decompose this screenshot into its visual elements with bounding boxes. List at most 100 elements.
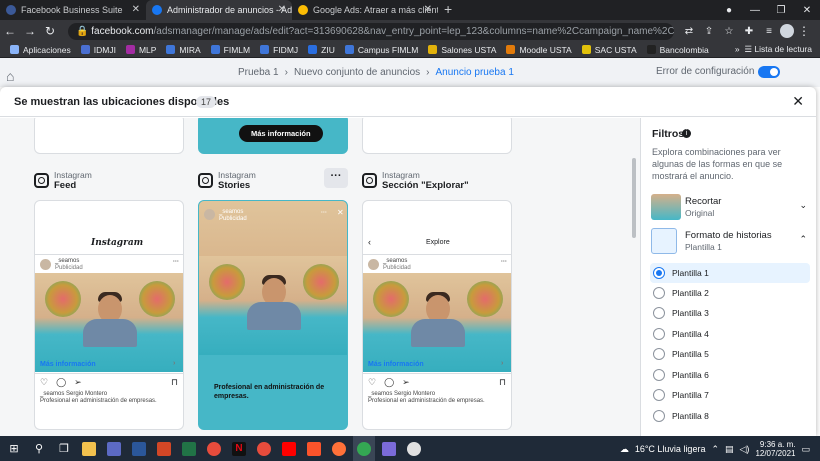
bookmark-apps[interactable]: Aplicaciones bbox=[10, 45, 71, 55]
chevron-up-icon[interactable]: ⌃ bbox=[799, 234, 807, 245]
more-info-cta-button[interactable]: Más información bbox=[239, 125, 323, 142]
share-icon[interactable]: ➢ bbox=[74, 377, 82, 388]
forward-icon[interactable]: → bbox=[20, 24, 40, 38]
url-input[interactable]: 🔒 facebook.com/adsmanager/manage/ads/edi… bbox=[68, 22, 674, 40]
media-icon[interactable]: ● bbox=[716, 5, 742, 16]
more-options-button[interactable]: ··· bbox=[324, 168, 348, 188]
more-info-link[interactable]: Más información bbox=[368, 361, 424, 368]
volume-icon[interactable]: ◁) bbox=[740, 444, 750, 455]
share-icon[interactable]: ⇪ bbox=[702, 26, 716, 37]
search-icon[interactable]: ⚲ bbox=[28, 436, 50, 461]
menu-icon[interactable]: ≡ bbox=[762, 26, 776, 37]
maximize-button[interactable]: ❐ bbox=[768, 5, 794, 16]
chevron-up-icon[interactable]: ⌃ bbox=[711, 444, 719, 455]
ad-toggle[interactable] bbox=[758, 66, 780, 78]
reload-icon[interactable]: ↻ bbox=[40, 24, 60, 38]
filter-crop[interactable]: Recortar Original ⌄ bbox=[651, 194, 811, 226]
template-option-3[interactable]: Plantilla 3 bbox=[650, 303, 810, 323]
template-option-4[interactable]: Plantilla 4 bbox=[650, 324, 810, 344]
close-icon[interactable]: ✕ bbox=[337, 209, 344, 217]
task-view-icon[interactable]: ❐ bbox=[53, 436, 75, 461]
bookmark-fimlm[interactable]: FIMLM bbox=[210, 45, 250, 55]
close-tab-icon[interactable]: ✕ bbox=[278, 4, 286, 15]
youtube-icon[interactable] bbox=[278, 436, 300, 461]
filter-story-format[interactable]: Formato de historias Plantilla 1 ⌃ bbox=[651, 228, 811, 260]
template-option-6[interactable]: Plantilla 6 bbox=[650, 365, 810, 385]
bookmark-campus-fimlm[interactable]: Campus FIMLM bbox=[344, 45, 418, 55]
back-arrow-icon[interactable]: ‹ bbox=[368, 237, 371, 247]
breadcrumb-adset[interactable]: Nuevo conjunto de anuncios bbox=[294, 67, 420, 78]
more-icon[interactable]: ··· bbox=[501, 259, 507, 266]
radio[interactable] bbox=[653, 328, 665, 340]
chrome-icon[interactable] bbox=[353, 436, 375, 461]
excel-icon[interactable] bbox=[178, 436, 200, 461]
weather-label[interactable]: 16°C Lluvia ligera bbox=[635, 444, 706, 454]
close-tab-icon[interactable]: ✕ bbox=[424, 4, 432, 15]
bookmark-idmji[interactable]: IDMJI bbox=[80, 45, 116, 55]
heart-icon[interactable]: ♡ bbox=[40, 377, 48, 388]
tab-facebook-business-suite[interactable]: Facebook Business Suite ✕ bbox=[0, 0, 146, 20]
puzzle-icon[interactable]: ✚ bbox=[742, 26, 756, 37]
translate-icon[interactable]: ⇄ bbox=[682, 26, 696, 37]
scrollbar[interactable] bbox=[632, 158, 636, 238]
brave-icon[interactable] bbox=[303, 436, 325, 461]
comment-icon[interactable]: ◯ bbox=[56, 377, 66, 388]
back-icon[interactable]: ← bbox=[0, 24, 20, 38]
more-icon[interactable]: ··· bbox=[173, 259, 179, 266]
template-option-2[interactable]: Plantilla 2 bbox=[650, 283, 810, 303]
radio[interactable] bbox=[653, 410, 665, 422]
template-option-8[interactable]: Plantilla 8 bbox=[650, 406, 810, 426]
powerpoint-icon[interactable] bbox=[153, 436, 175, 461]
word-icon[interactable] bbox=[128, 436, 150, 461]
bookmark-ziu[interactable]: ZIU bbox=[308, 45, 335, 55]
radio[interactable] bbox=[653, 389, 665, 401]
radio[interactable] bbox=[653, 369, 665, 381]
minimize-button[interactable]: — bbox=[742, 5, 768, 16]
bookmark-fidmj[interactable]: FIDMJ bbox=[260, 45, 298, 55]
close-window-button[interactable]: ✕ bbox=[794, 5, 820, 16]
heart-icon[interactable]: ♡ bbox=[368, 377, 376, 388]
share-icon[interactable]: ➢ bbox=[402, 377, 410, 388]
breadcrumb-campaign[interactable]: Prueba 1 bbox=[238, 67, 279, 78]
bookmark-sac-usta[interactable]: SAC USTA bbox=[581, 45, 637, 55]
store-icon[interactable] bbox=[103, 436, 125, 461]
windows-start-icon[interactable]: ⊞ bbox=[3, 436, 25, 461]
radio[interactable] bbox=[653, 307, 665, 319]
netflix-icon[interactable]: N bbox=[228, 436, 250, 461]
info-icon[interactable]: i bbox=[682, 129, 691, 138]
radio[interactable] bbox=[653, 348, 665, 360]
breadcrumb-ad[interactable]: Anuncio prueba 1 bbox=[435, 67, 513, 78]
bookmark-moodle-usta[interactable]: Moodle USTA bbox=[506, 45, 572, 55]
bookmark-bancolombia[interactable]: Bancolombia bbox=[646, 45, 709, 55]
file-explorer-icon[interactable] bbox=[78, 436, 100, 461]
radio[interactable] bbox=[653, 287, 665, 299]
close-icon[interactable]: ✕ bbox=[792, 93, 804, 110]
more-icon[interactable]: ··· bbox=[321, 210, 327, 217]
reading-list[interactable]: » ☰ Lista de lectura bbox=[735, 44, 812, 55]
new-tab-button[interactable]: + bbox=[444, 0, 452, 20]
bookmark-icon[interactable]: ⊓ bbox=[171, 377, 178, 388]
bookmark-mlp[interactable]: MLP bbox=[125, 45, 156, 55]
chevron-down-icon[interactable]: ⌄ bbox=[799, 200, 807, 211]
radio[interactable] bbox=[653, 267, 665, 279]
comment-icon[interactable]: ◯ bbox=[384, 377, 394, 388]
feed-preview[interactable]: Instagram _seamos Publicidad ··· Más inf… bbox=[34, 200, 184, 430]
bookmark-icon[interactable]: ⊓ bbox=[499, 377, 506, 388]
bookmark-mira[interactable]: MIRA bbox=[166, 45, 201, 55]
home-icon[interactable]: ⌂ bbox=[6, 68, 26, 84]
clock[interactable]: 9:36 a. m. 12/07/2021 bbox=[755, 440, 795, 458]
close-tab-icon[interactable]: ✕ bbox=[132, 4, 140, 15]
app-icon[interactable] bbox=[403, 436, 425, 461]
template-option-7[interactable]: Plantilla 7 bbox=[650, 385, 810, 405]
tab-google-ads[interactable]: Google Ads: Atraer a más clientes ✕ bbox=[292, 0, 438, 20]
network-icon[interactable]: ▤ bbox=[725, 444, 734, 455]
bookmark-salones-usta[interactable]: Salones USTA bbox=[428, 45, 496, 55]
star-icon[interactable]: ☆ bbox=[722, 26, 736, 37]
media-player-icon[interactable] bbox=[253, 436, 275, 461]
notifications-icon[interactable]: ▭ bbox=[801, 444, 810, 455]
app-icon[interactable] bbox=[378, 436, 400, 461]
firefox-icon[interactable] bbox=[328, 436, 350, 461]
app-icon[interactable] bbox=[203, 436, 225, 461]
tab-ads-manager[interactable]: Administrador de anuncios - Ads ✕ bbox=[146, 0, 292, 20]
stories-preview[interactable]: _seamos Publicidad ··· ✕ Profesional en … bbox=[198, 200, 348, 430]
